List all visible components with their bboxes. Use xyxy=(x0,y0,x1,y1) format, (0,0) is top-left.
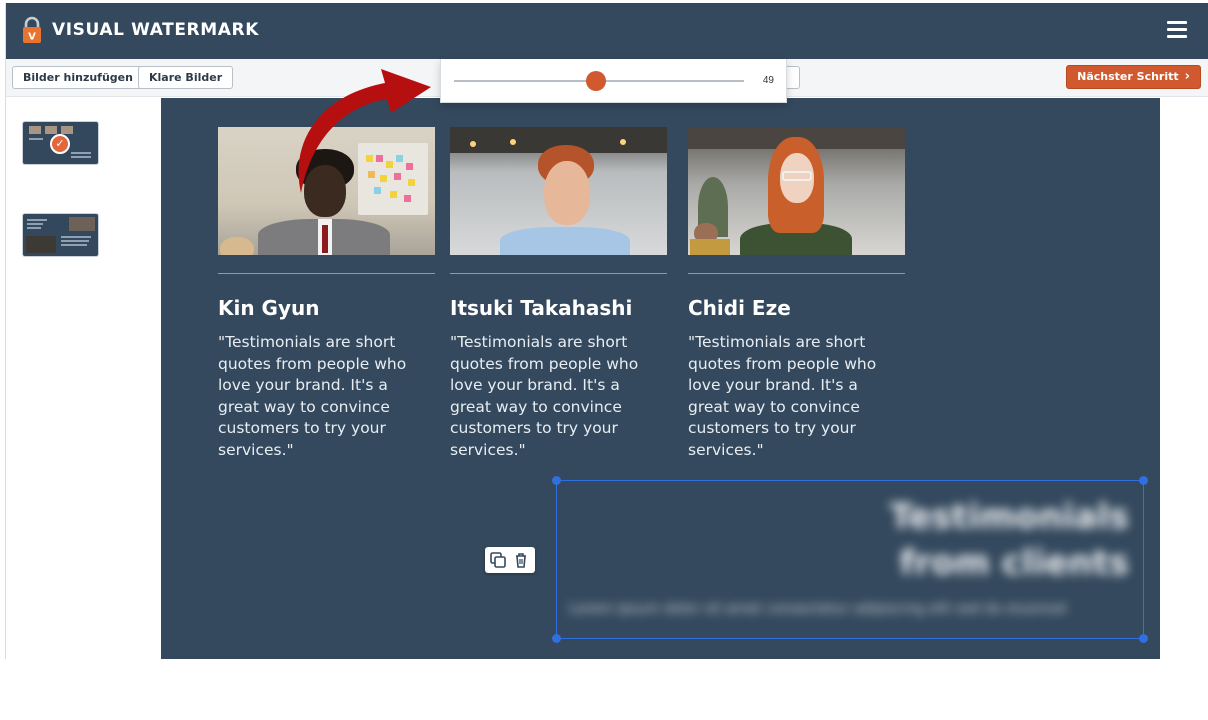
hamburger-menu-icon[interactable] xyxy=(1167,21,1187,39)
person-name: Kin Gyun xyxy=(218,296,320,320)
padlock-icon: V xyxy=(23,16,41,43)
person-name: Chidi Eze xyxy=(688,296,791,320)
chevron-right-icon: › xyxy=(1184,69,1190,84)
portrait-photo xyxy=(218,127,435,255)
toolbar-field-edge[interactable] xyxy=(786,66,800,89)
clear-images-button[interactable]: Klare Bilder xyxy=(138,66,234,89)
thumbnail-panel: ✓ xyxy=(6,98,161,659)
slider-value: 49 xyxy=(762,75,774,86)
resize-handle-top-left[interactable] xyxy=(552,476,561,485)
blurred-watermark-text: from clients xyxy=(899,543,1129,583)
testimonial-quote: "Testimonials are short quotes from peop… xyxy=(688,333,877,459)
card-divider xyxy=(688,273,905,274)
portrait-photo xyxy=(688,127,905,255)
image-thumbnail[interactable] xyxy=(23,214,98,256)
blurred-watermark-text: Lorem ipsum dolor sit amet consectetur a… xyxy=(569,601,1067,617)
resize-handle-bottom-right[interactable] xyxy=(1139,634,1148,643)
resize-handle-bottom-left[interactable] xyxy=(552,634,561,643)
app-window: V VISUAL WATERMARK Bilder hinzufügen Kla… xyxy=(5,3,1208,659)
image-canvas[interactable]: Kin Gyun "Testimonials are short quotes … xyxy=(161,98,1160,659)
next-step-label: Nächster Schritt xyxy=(1077,70,1179,83)
size-slider-popup: 49 xyxy=(440,59,787,103)
check-icon: ✓ xyxy=(50,134,70,154)
portrait-photo xyxy=(450,127,667,255)
testimonial-quote: "Testimonials are short quotes from peop… xyxy=(218,333,407,459)
testimonial-quote: "Testimonials are short quotes from peop… xyxy=(450,333,639,459)
resize-handle-top-right[interactable] xyxy=(1139,476,1148,485)
svg-text:V: V xyxy=(28,32,36,43)
card-divider xyxy=(218,273,435,274)
testimonial-card: Kin Gyun "Testimonials are short quotes … xyxy=(218,127,435,461)
image-thumbnail-selected[interactable]: ✓ xyxy=(23,122,98,164)
testimonial-card: Itsuki Takahashi "Testimonials are short… xyxy=(450,127,667,461)
blurred-watermark-text: Testimonials xyxy=(889,497,1129,537)
app-header: V VISUAL WATERMARK xyxy=(6,3,1208,59)
person-name: Itsuki Takahashi xyxy=(450,296,633,320)
next-step-button[interactable]: Nächster Schritt › xyxy=(1066,65,1201,89)
app-title: VISUAL WATERMARK xyxy=(52,20,259,40)
selection-toolbar xyxy=(485,547,535,573)
duplicate-icon[interactable] xyxy=(488,550,508,570)
trash-icon[interactable] xyxy=(511,550,531,570)
slider-thumb[interactable] xyxy=(586,71,607,91)
watermark-selection-box[interactable]: Testimonials from clients Lorem ipsum do… xyxy=(552,476,1148,643)
card-divider xyxy=(450,273,667,274)
testimonial-card: Chidi Eze "Testimonials are short quotes… xyxy=(688,127,905,461)
add-images-button[interactable]: Bilder hinzufügen xyxy=(12,66,144,89)
